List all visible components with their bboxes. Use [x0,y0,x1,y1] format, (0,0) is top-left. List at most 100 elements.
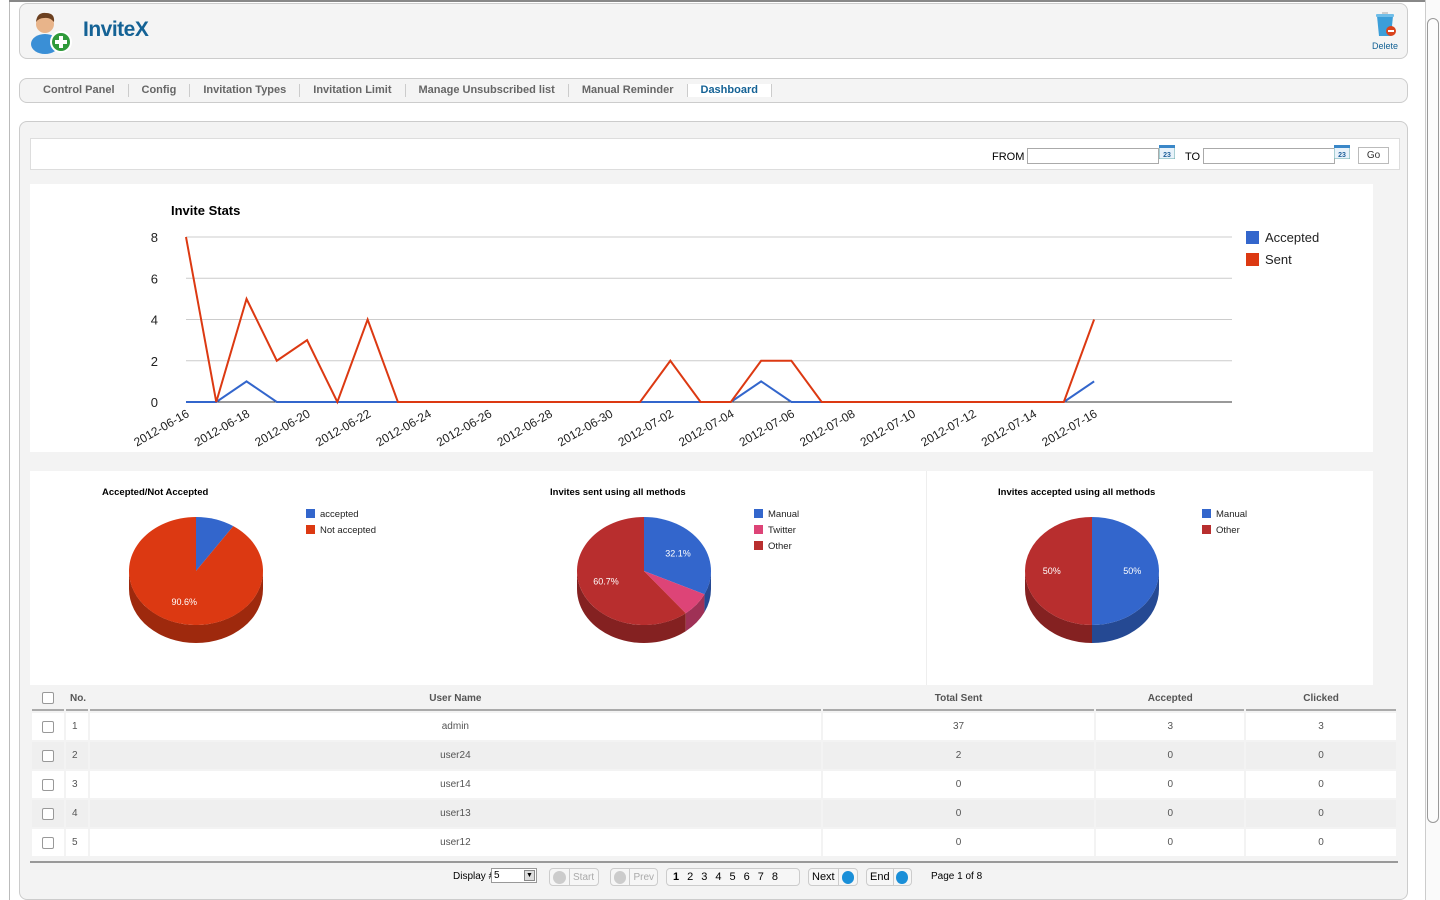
legend-label: Other [1216,525,1240,536]
pie-title: Invites accepted using all methods [998,487,1155,498]
legend-swatch [1202,509,1211,518]
x-tick-label: 2012-06-16 [131,406,191,449]
prev-label: Prev [630,872,657,883]
end-label: End [867,871,893,883]
x-tick-label: 2012-06-18 [192,406,252,449]
from-calendar-icon[interactable]: 23 [1159,145,1175,159]
x-tick-label: 2012-07-12 [918,406,978,449]
invite-stats-chart-panel: Invite Stats024682012-06-162012-06-18201… [30,184,1373,452]
tab-manual-reminder[interactable]: Manual Reminder [569,84,688,97]
cell-user-name: admin [90,713,821,740]
row-checkbox[interactable] [42,750,54,762]
display-count-select[interactable]: 5 ▼ [491,868,537,883]
table-row: 5user12000 [32,829,1396,856]
cell-user-name: user14 [90,771,821,798]
page-number-link[interactable]: 2 [683,871,697,883]
legend-label: Manual [1216,509,1247,520]
window-top-border [9,0,1425,2]
page-number-link[interactable]: 4 [711,871,725,883]
app-title: InviteX [83,18,148,42]
legend-swatch [754,541,763,550]
to-date-input[interactable] [1203,148,1335,164]
x-tick-label: 2012-07-04 [676,406,736,449]
page-number-link[interactable]: 5 [726,871,740,883]
header-user-name[interactable]: User Name [90,687,821,711]
header-accepted[interactable]: Accepted [1096,687,1244,711]
header-no[interactable]: No. [66,687,88,711]
start-label: Start [570,872,597,883]
delete-button[interactable]: Delete [1370,10,1400,51]
pie-slice-label: 60.7% [593,577,619,587]
page-number-link[interactable]: 6 [740,871,754,883]
page-number-link[interactable]: 1 [669,871,683,883]
to-calendar-icon-text: 23 [1338,152,1346,159]
pagination-bar: Display # 5 ▼ Start Prev 12345678 Next E… [20,866,1409,888]
prev-page-button[interactable]: Prev [610,868,658,886]
page-number-link[interactable]: 8 [768,871,782,883]
next-page-button[interactable]: Next [808,868,858,886]
select-all-checkbox[interactable] [42,692,54,704]
tab-control-panel[interactable]: Control Panel [30,84,129,97]
arrow-left-icon [614,871,626,884]
cell-total-sent: 37 [823,713,1095,740]
x-tick-label: 2012-06-26 [434,406,494,449]
invites-sent-methods-pie-chart: Invites sent using all methods32.1%Manua… [478,471,926,685]
vertical-scrollbar[interactable] [1425,0,1440,900]
x-tick-label: 2012-06-20 [252,406,312,449]
end-page-button[interactable]: End [866,868,912,886]
legend-swatch [306,509,315,518]
tab-config[interactable]: Config [129,84,191,97]
main-nav-tabs: Control Panel Config Invitation Types In… [19,78,1408,103]
cell-total-sent: 0 [823,771,1095,798]
accepted-not-accepted-pie-chart: Accepted/Not Acceptedaccepted90.6%Not ac… [30,471,478,685]
legend-label: Sent [1265,252,1292,267]
tab-invitation-limit[interactable]: Invitation Limit [300,84,405,97]
row-checkbox[interactable] [42,779,54,791]
arrow-right-icon [842,871,854,884]
legend-label: Accepted [1265,230,1319,245]
chevron-down-icon: ▼ [524,870,535,881]
pie-slice-label: 50% [1043,566,1061,576]
table-row: 1admin3733 [32,713,1396,740]
cell-user-name: user12 [90,829,821,856]
tab-invitation-types[interactable]: Invitation Types [190,84,300,97]
legend-swatch [1202,525,1211,534]
to-calendar-icon[interactable]: 23 [1334,145,1350,159]
cell-clicked: 0 [1246,800,1396,827]
user-stats-table: No. User Name Total Sent Accepted Clicke… [30,685,1398,858]
dashboard-panel: FROM 23 TO 23 Go Invite Stats024682012-0… [19,121,1408,900]
row-checkbox[interactable] [42,721,54,733]
delete-label: Delete [1370,41,1400,51]
invites-accepted-methods-pie-chart: Invites accepted using all methods 50% Man… [926,471,1373,685]
start-page-button[interactable]: Start [549,868,599,886]
legend-swatch [754,525,763,534]
x-tick-label: 2012-07-02 [616,406,676,449]
x-tick-label: 2012-07-10 [858,406,918,449]
cell-no: 2 [66,742,88,769]
header-total-sent[interactable]: Total Sent [823,687,1095,711]
next-label: Next [809,871,838,883]
table-footer-divider [30,861,1398,863]
arrow-left-icon [553,871,566,884]
scrollbar-thumb[interactable] [1427,18,1439,823]
row-checkbox[interactable] [42,808,54,820]
trash-icon [1373,10,1397,38]
cell-no: 3 [66,771,88,798]
tab-dashboard[interactable]: Dashboard [688,84,772,97]
y-tick-label: 8 [151,230,158,245]
tab-manage-unsubscribed-list[interactable]: Manage Unsubscribed list [406,84,569,97]
to-label: TO [1185,151,1200,163]
cell-total-sent: 0 [823,829,1095,856]
pie-title: Invites sent using all methods [550,487,686,498]
from-date-input[interactable] [1027,148,1159,164]
header-clicked[interactable]: Clicked [1246,687,1396,711]
go-button[interactable]: Go [1358,147,1389,164]
app-header: InviteX Delete [19,3,1408,59]
legend-swatch [754,509,763,518]
x-tick-label: 2012-06-28 [495,406,555,449]
page-number-link[interactable]: 7 [754,871,768,883]
cell-total-sent: 0 [823,800,1095,827]
row-checkbox[interactable] [42,837,54,849]
page-number-link[interactable]: 3 [697,871,711,883]
x-tick-label: 2012-06-22 [313,406,373,449]
